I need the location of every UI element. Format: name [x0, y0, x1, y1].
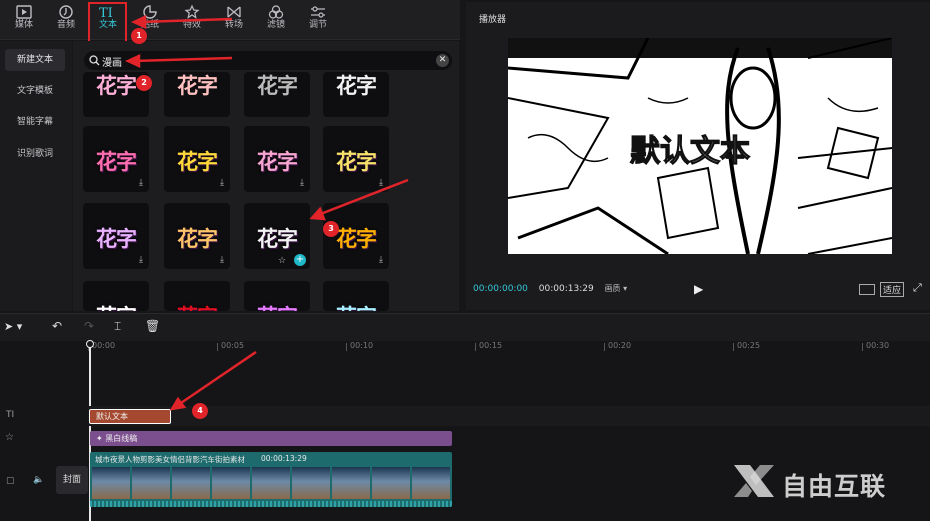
annotation-marker-1: 1 — [131, 28, 147, 44]
annotation-marker-3: 3 — [323, 221, 339, 237]
annotation-marker-4: 4 — [192, 403, 208, 419]
watermark-logo: 自由互联 — [730, 461, 920, 501]
x-logo-icon — [734, 465, 774, 497]
watermark-text: 自由互联 — [782, 472, 887, 501]
annotation-marker-2: 2 — [136, 75, 152, 91]
video-editor-window: 媒体 音频 TI 文本 贴纸 特效 转场 滤镜 调节 新建文本 文字模板 智能字… — [0, 0, 930, 521]
